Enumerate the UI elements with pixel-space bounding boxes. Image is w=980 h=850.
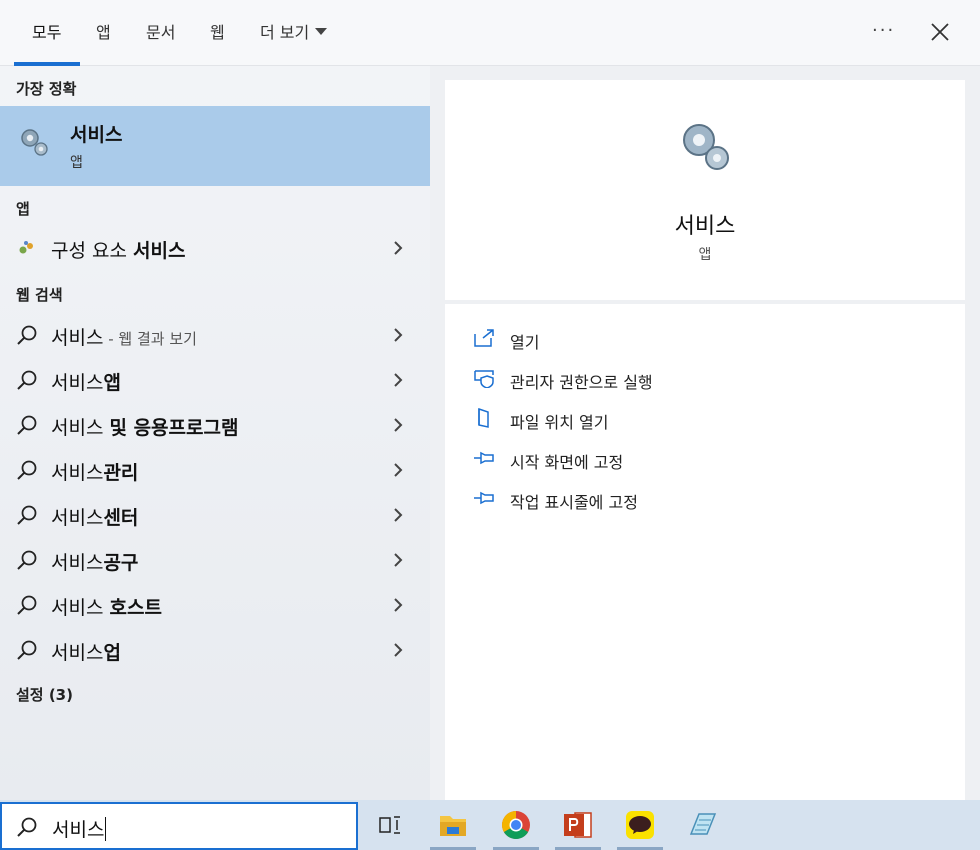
services-gear-icon bbox=[683, 124, 729, 170]
search-icon bbox=[17, 370, 37, 390]
search-icon bbox=[17, 325, 37, 345]
chevron-right-icon bbox=[394, 373, 403, 387]
chevron-right-icon bbox=[394, 553, 403, 567]
results-panel: 가장 정확 서비스 앱 앱 구성 요소 서비스 웹 검색 서비스 - 웹 결과 … bbox=[0, 66, 430, 800]
pin-icon bbox=[474, 491, 494, 505]
web-result-label: 서비스 호스트 bbox=[51, 597, 162, 619]
component-services-icon bbox=[19, 241, 33, 254]
web-result[interactable]: 서비스센터 bbox=[0, 493, 430, 535]
tab-more[interactable]: 더 보기 bbox=[260, 22, 328, 44]
section-apps: 앱 bbox=[16, 200, 30, 218]
chevron-right-icon bbox=[394, 328, 403, 342]
search-icon bbox=[17, 595, 37, 615]
tab-more-label: 더 보기 bbox=[260, 23, 310, 42]
search-icon bbox=[17, 505, 37, 525]
search-input-value: 서비스 bbox=[52, 817, 107, 841]
file-explorer-button[interactable] bbox=[428, 800, 478, 850]
action-label: 작업 표시줄에 고정 bbox=[510, 493, 638, 512]
powerpoint-button[interactable] bbox=[553, 800, 603, 850]
search-icon bbox=[17, 460, 37, 480]
tab-all[interactable]: 모두 bbox=[32, 22, 61, 44]
notepad-button[interactable] bbox=[677, 800, 727, 850]
web-result[interactable]: 서비스업 bbox=[0, 628, 430, 670]
section-web-search: 웹 검색 bbox=[16, 286, 63, 304]
taskbar-search-input[interactable]: 서비스 bbox=[0, 802, 358, 850]
search-icon bbox=[17, 640, 37, 660]
chevron-right-icon bbox=[394, 241, 403, 255]
best-match-subtitle: 앱 bbox=[70, 155, 83, 171]
web-result-label: 서비스 및 응용프로그램 bbox=[51, 417, 239, 439]
web-result[interactable]: 서비스 - 웹 결과 보기 bbox=[0, 313, 430, 355]
web-result-label: 서비스센터 bbox=[51, 507, 139, 529]
chevron-right-icon bbox=[394, 463, 403, 477]
search-icon bbox=[17, 550, 37, 570]
caret-down-icon bbox=[315, 28, 328, 35]
tab-web[interactable]: 웹 bbox=[210, 22, 225, 44]
task-view-button[interactable] bbox=[364, 800, 414, 850]
web-result[interactable]: 서비스공구 bbox=[0, 538, 430, 580]
action-label: 시작 화면에 고정 bbox=[510, 453, 624, 472]
open-icon bbox=[474, 329, 494, 347]
web-result[interactable]: 서비스 호스트 bbox=[0, 583, 430, 625]
preview-panel: 서비스 앱 열기 관리자 권한으로 실행 파일 위치 열기 시작 화면에 고정 … bbox=[445, 80, 965, 800]
file-explorer-icon bbox=[440, 816, 466, 836]
section-settings[interactable]: 설정 (3) bbox=[16, 684, 73, 705]
action-label: 관리자 권한으로 실행 bbox=[510, 373, 653, 392]
task-view-icon bbox=[379, 816, 400, 834]
preview-title: 서비스 bbox=[674, 214, 736, 239]
web-result[interactable]: 서비스 및 응용프로그램 bbox=[0, 403, 430, 445]
preview-subtitle: 앱 bbox=[698, 247, 712, 263]
close-button[interactable] bbox=[928, 20, 952, 44]
notepad-icon bbox=[689, 813, 717, 835]
more-options-button[interactable]: ··· bbox=[872, 20, 895, 41]
web-result[interactable]: 서비스관리 bbox=[0, 448, 430, 490]
services-gear-icon bbox=[21, 129, 48, 156]
search-icon bbox=[17, 415, 37, 435]
web-result-label: 서비스앱 bbox=[51, 372, 121, 394]
best-match-item[interactable]: 서비스 앱 bbox=[0, 106, 430, 186]
preview-divider bbox=[445, 300, 965, 304]
app-result-component-services[interactable]: 구성 요소 서비스 bbox=[0, 226, 430, 268]
close-icon bbox=[931, 23, 949, 41]
chevron-right-icon bbox=[394, 598, 403, 612]
folder-location-icon bbox=[478, 408, 489, 428]
kakaotalk-button[interactable] bbox=[615, 800, 665, 850]
tab-apps[interactable]: 앱 bbox=[96, 22, 111, 44]
search-icon bbox=[17, 817, 37, 837]
web-result-label: 서비스 - 웹 결과 보기 bbox=[51, 327, 197, 349]
web-result[interactable]: 서비스앱 bbox=[0, 358, 430, 400]
kakaotalk-icon bbox=[626, 811, 654, 839]
web-result-label: 서비스공구 bbox=[51, 552, 139, 574]
web-result-label: 서비스관리 bbox=[51, 462, 139, 484]
chrome-button[interactable] bbox=[491, 800, 541, 850]
section-best-match: 가장 정확 bbox=[16, 80, 77, 98]
search-tabs-bar: 모두 앱 문서 웹 더 보기 ··· bbox=[0, 0, 980, 66]
tab-documents[interactable]: 문서 bbox=[146, 22, 175, 44]
app-result-label: 구성 요소 서비스 bbox=[51, 240, 186, 262]
chrome-icon bbox=[502, 811, 530, 839]
action-label: 파일 위치 열기 bbox=[510, 413, 609, 432]
best-match-title: 서비스 bbox=[70, 124, 123, 146]
chevron-right-icon bbox=[394, 643, 403, 657]
powerpoint-icon bbox=[564, 812, 592, 838]
web-result-label: 서비스업 bbox=[51, 642, 121, 664]
chevron-right-icon bbox=[394, 418, 403, 432]
shield-icon bbox=[474, 370, 494, 388]
action-label: 열기 bbox=[510, 333, 540, 352]
pin-icon bbox=[474, 451, 494, 465]
chevron-right-icon bbox=[394, 508, 403, 522]
